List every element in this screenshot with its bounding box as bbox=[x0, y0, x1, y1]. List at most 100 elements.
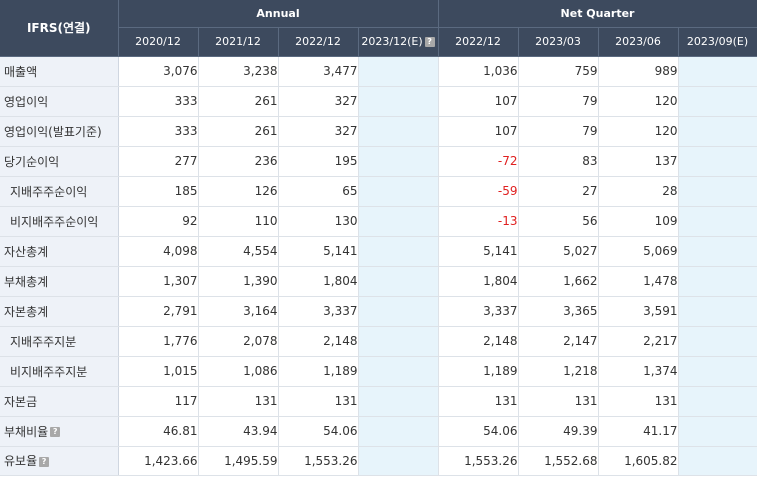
row-label-text: 영업이익(발표기준) bbox=[4, 124, 102, 139]
row-label-text: 당기순이익 bbox=[4, 154, 60, 169]
quarter-value-cell: 137 bbox=[598, 146, 679, 177]
annual-value-cell: 5,141 bbox=[278, 236, 359, 267]
financial-summary-table: IFRS(연결) Annual Net Quarter 2020/12 2021… bbox=[0, 0, 757, 476]
table-row: 부채비율? 46.81 43.94 54.06 54.06 49.39 41.17 bbox=[0, 416, 757, 447]
annual-estimate-label: 2023/12(E) bbox=[361, 35, 423, 48]
table-row: 자본금 117 131 131 131 131 131 bbox=[0, 386, 757, 417]
quarter-period-header: 2022/12 bbox=[438, 27, 519, 57]
annual-value-cell: 54.06 bbox=[278, 416, 359, 447]
quarter-estimate-cell bbox=[678, 86, 757, 117]
quarter-value-cell: 3,365 bbox=[518, 296, 599, 327]
quarter-estimate-cell bbox=[678, 56, 757, 87]
quarter-value-cell: 5,069 bbox=[598, 236, 679, 267]
row-label: 비지배주주지분 bbox=[0, 356, 119, 387]
row-label: 영업이익 bbox=[0, 86, 119, 117]
quarter-value-cell: 2,147 bbox=[518, 326, 599, 357]
quarter-value-cell: 131 bbox=[518, 386, 599, 417]
row-label-text: 비지배주주순이익 bbox=[10, 214, 99, 229]
row-label: 매출액 bbox=[0, 56, 119, 87]
quarter-value-cell: 107 bbox=[438, 86, 519, 117]
quarter-value-cell: 1,605.82 bbox=[598, 446, 679, 476]
annual-value-cell: 131 bbox=[278, 386, 359, 417]
table-row: 비지배주주지분 1,015 1,086 1,189 1,189 1,218 1,374 bbox=[0, 356, 757, 387]
quarter-value-cell: 1,553.26 bbox=[438, 446, 519, 476]
annual-value-cell: 46.81 bbox=[118, 416, 199, 447]
quarter-value-cell: 27 bbox=[518, 176, 599, 207]
annual-estimate-cell bbox=[358, 356, 439, 387]
row-label: 지배주주순이익 bbox=[0, 176, 119, 207]
table-row: 지배주주지분 1,776 2,078 2,148 2,148 2,147 2,217 bbox=[0, 326, 757, 357]
quarter-estimate-header: 2023/09(E) bbox=[678, 27, 757, 57]
quarter-estimate-cell bbox=[678, 356, 757, 387]
quarter-value-cell: 109 bbox=[598, 206, 679, 237]
annual-value-cell: 92 bbox=[118, 206, 199, 237]
quarter-value-cell: 759 bbox=[518, 56, 599, 87]
help-icon[interactable]: ? bbox=[50, 427, 61, 437]
quarter-estimate-cell bbox=[678, 446, 757, 476]
annual-period-header: 2020/12 bbox=[118, 27, 199, 57]
row-label-text: 자본금 bbox=[4, 394, 38, 409]
help-icon[interactable]: ? bbox=[424, 37, 435, 47]
row-label: 부채총계 bbox=[0, 266, 119, 297]
row-label-text: 지배주주순이익 bbox=[10, 184, 88, 199]
annual-estimate-cell bbox=[358, 236, 439, 267]
table-row: 자본총계 2,791 3,164 3,337 3,337 3,365 3,591 bbox=[0, 296, 757, 327]
row-label-text: 유보율 bbox=[4, 454, 38, 468]
annual-value-cell: 333 bbox=[118, 86, 199, 117]
quarter-estimate-cell bbox=[678, 326, 757, 357]
annual-value-cell: 131 bbox=[198, 386, 279, 417]
annual-estimate-cell bbox=[358, 446, 439, 476]
quarter-value-cell: 1,662 bbox=[518, 266, 599, 297]
quarter-value-cell: 1,804 bbox=[438, 266, 519, 297]
quarter-period-header: 2023/06 bbox=[598, 27, 679, 57]
quarter-value-cell: 79 bbox=[518, 86, 599, 117]
annual-value-cell: 333 bbox=[118, 116, 199, 147]
annual-value-cell: 65 bbox=[278, 176, 359, 207]
annual-estimate-cell bbox=[358, 146, 439, 177]
annual-estimate-cell bbox=[358, 416, 439, 447]
annual-value-cell: 4,554 bbox=[198, 236, 279, 267]
annual-group-header: Annual bbox=[118, 0, 439, 28]
annual-value-cell: 1,015 bbox=[118, 356, 199, 387]
quarter-value-cell: 131 bbox=[438, 386, 519, 417]
table-row: 비지배주주순이익 92 110 130 -13 56 109 bbox=[0, 206, 757, 237]
annual-estimate-cell bbox=[358, 386, 439, 417]
quarter-value-cell: 5,141 bbox=[438, 236, 519, 267]
row-label-text: 자본총계 bbox=[4, 304, 49, 319]
annual-value-cell: 236 bbox=[198, 146, 279, 177]
annual-value-cell: 1,776 bbox=[118, 326, 199, 357]
annual-value-cell: 3,337 bbox=[278, 296, 359, 327]
row-label: 부채비율? bbox=[0, 416, 119, 447]
quarter-estimate-cell bbox=[678, 266, 757, 297]
quarter-value-cell: 41.17 bbox=[598, 416, 679, 447]
annual-value-cell: 3,164 bbox=[198, 296, 279, 327]
annual-value-cell: 2,791 bbox=[118, 296, 199, 327]
annual-value-cell: 327 bbox=[278, 116, 359, 147]
quarter-value-cell: 3,337 bbox=[438, 296, 519, 327]
quarter-group-header: Net Quarter bbox=[438, 0, 757, 28]
annual-estimate-cell bbox=[358, 56, 439, 87]
annual-estimate-cell bbox=[358, 86, 439, 117]
table-row: 부채총계 1,307 1,390 1,804 1,804 1,662 1,478 bbox=[0, 266, 757, 297]
row-label: 자본총계 bbox=[0, 296, 119, 327]
quarter-value-cell: 79 bbox=[518, 116, 599, 147]
quarter-estimate-cell bbox=[678, 146, 757, 177]
quarter-value-cell: 1,374 bbox=[598, 356, 679, 387]
quarter-value-cell: 1,189 bbox=[438, 356, 519, 387]
quarter-value-cell: -72 bbox=[438, 146, 519, 177]
quarter-value-cell: 107 bbox=[438, 116, 519, 147]
annual-value-cell: 2,078 bbox=[198, 326, 279, 357]
quarter-estimate-cell bbox=[678, 296, 757, 327]
row-label-text: 매출액 bbox=[4, 64, 38, 79]
annual-value-cell: 1,189 bbox=[278, 356, 359, 387]
annual-value-cell: 327 bbox=[278, 86, 359, 117]
row-label-text: 부채총계 bbox=[4, 274, 49, 289]
annual-estimate-cell bbox=[358, 326, 439, 357]
annual-value-cell: 1,495.59 bbox=[198, 446, 279, 476]
annual-value-cell: 3,076 bbox=[118, 56, 199, 87]
quarter-estimate-cell bbox=[678, 236, 757, 267]
annual-value-cell: 1,390 bbox=[198, 266, 279, 297]
quarter-estimate-cell bbox=[678, 116, 757, 147]
help-icon[interactable]: ? bbox=[39, 456, 50, 467]
annual-value-cell: 117 bbox=[118, 386, 199, 417]
